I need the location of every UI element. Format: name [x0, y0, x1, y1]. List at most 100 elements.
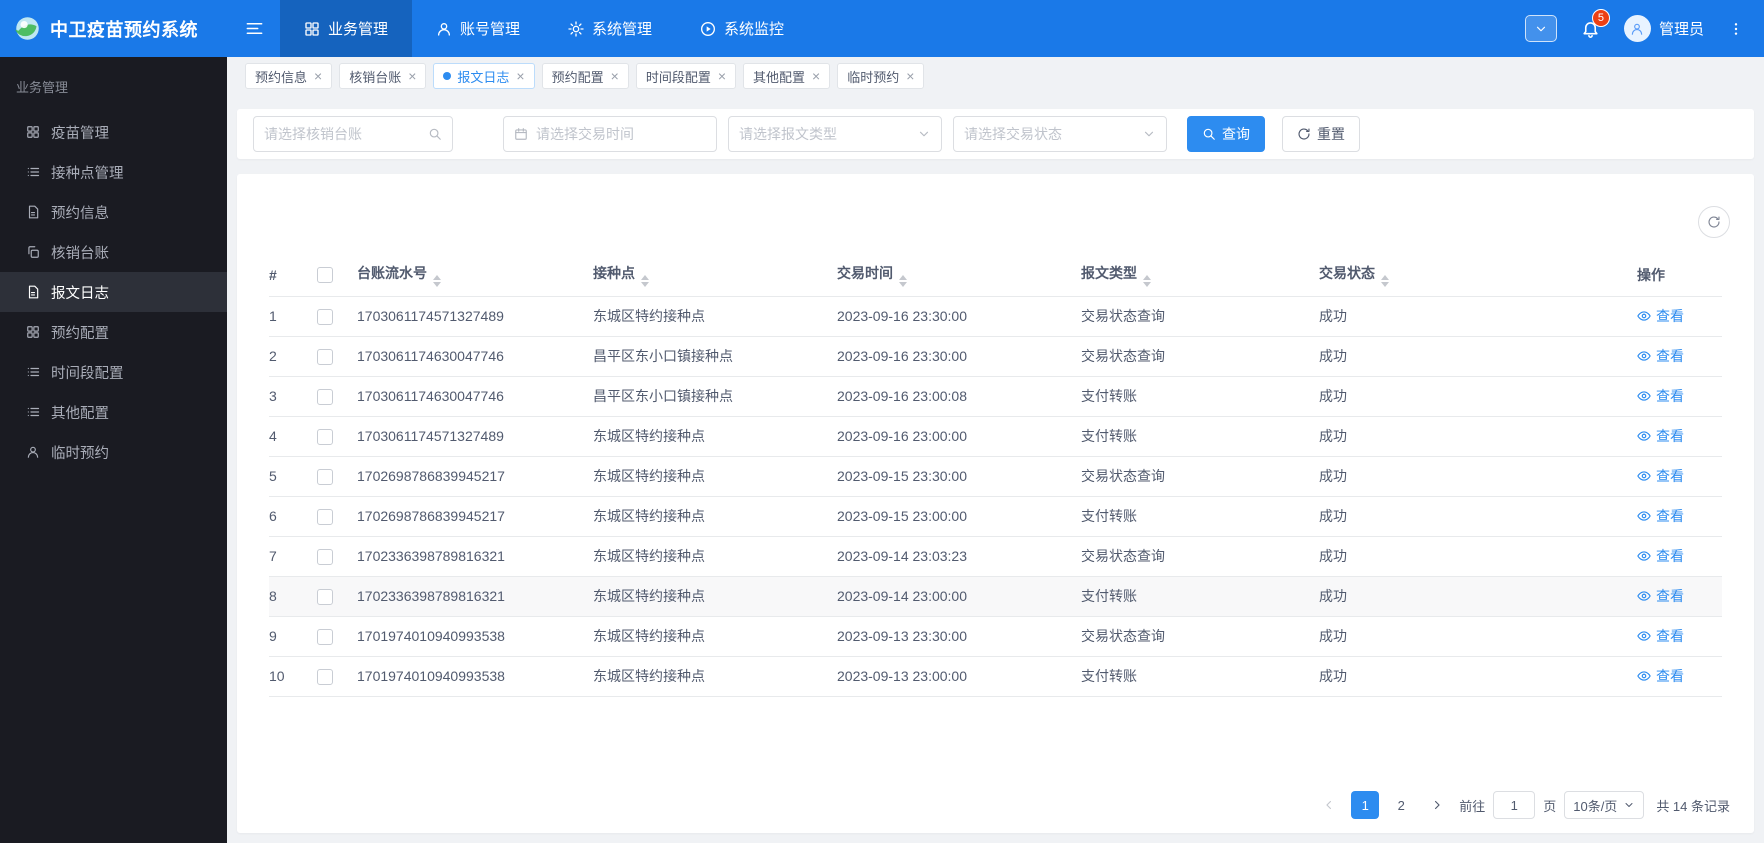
message-type-select[interactable]: 请选择报文类型	[728, 116, 942, 152]
logo-area: 中卫疫苗预约系统	[0, 0, 227, 57]
ledger-search-input[interactable]	[264, 126, 420, 142]
cell-site: 东城区特约接种点	[593, 656, 837, 697]
sidebar-item-label: 其他配置	[51, 405, 109, 422]
sort-icon[interactable]	[899, 274, 907, 287]
tab-label: 核销台账	[349, 69, 402, 85]
user-menu[interactable]: 管理员	[1623, 15, 1704, 42]
close-icon[interactable]: ×	[906, 69, 914, 83]
cell-site: 昌平区东小口镇接种点	[593, 376, 837, 417]
view-link[interactable]: 查看	[1637, 546, 1684, 566]
sort-icon[interactable]	[1381, 274, 1389, 287]
view-link[interactable]: 查看	[1637, 666, 1684, 686]
next-page-button[interactable]	[1423, 791, 1451, 819]
tab-appointment-config[interactable]: 预约配置 ×	[541, 63, 629, 89]
view-link[interactable]: 查看	[1637, 306, 1684, 326]
tab-timeslot-config[interactable]: 时间段配置 ×	[635, 63, 737, 89]
view-link[interactable]: 查看	[1637, 586, 1684, 606]
tab-ledger[interactable]: 核销台账 ×	[339, 63, 427, 89]
sidebar-item-site-management[interactable]: 接种点管理	[0, 152, 227, 192]
cell-status: 成功	[1319, 496, 1637, 537]
table-refresh-button[interactable]	[1698, 206, 1730, 238]
close-icon[interactable]: ×	[611, 69, 619, 83]
user-icon	[1630, 22, 1644, 36]
transaction-time-input[interactable]	[536, 126, 706, 142]
view-link[interactable]: 查看	[1637, 466, 1684, 486]
row-checkbox[interactable]	[317, 388, 333, 405]
row-checkbox[interactable]	[317, 668, 333, 685]
page-button-2[interactable]: 2	[1387, 791, 1415, 819]
col-site[interactable]: 接种点	[593, 254, 837, 297]
gear-icon	[568, 21, 584, 37]
top-navbar: 中卫疫苗预约系统 业务管理 账号管理 系统管理 系统监控 5 管理员	[0, 0, 1764, 57]
cell-type: 支付转账	[1081, 496, 1319, 537]
row-index: 6	[269, 496, 317, 537]
table-row: 3 1703061174630047746 昌平区东小口镇接种点 2023-09…	[269, 376, 1722, 417]
row-checkbox[interactable]	[317, 508, 333, 525]
navbar-dropdown-button[interactable]	[1524, 15, 1557, 42]
tab-message-log[interactable]: 报文日志 ×	[433, 63, 535, 89]
nav-item-system-management[interactable]: 系统管理	[544, 0, 676, 57]
close-icon[interactable]: ×	[408, 69, 416, 83]
col-serial[interactable]: 台账流水号	[357, 254, 593, 297]
close-icon[interactable]: ×	[812, 69, 820, 83]
row-checkbox[interactable]	[317, 348, 333, 365]
nav-item-label: 业务管理	[328, 21, 389, 38]
reset-button[interactable]: 重置	[1282, 116, 1360, 152]
nav-item-label: 账号管理	[460, 21, 521, 38]
row-checkbox[interactable]	[317, 428, 333, 445]
search-button[interactable]: 查询	[1187, 116, 1265, 152]
chevron-down-icon	[1623, 799, 1635, 811]
nav-item-account-management[interactable]: 账号管理	[412, 0, 544, 57]
sort-icon[interactable]	[433, 274, 441, 287]
view-link[interactable]: 查看	[1637, 346, 1684, 366]
col-type[interactable]: 报文类型	[1081, 254, 1319, 297]
close-icon[interactable]: ×	[314, 69, 322, 83]
sidebar-item-ledger[interactable]: 核销台账	[0, 232, 227, 272]
notifications-button[interactable]: 5	[1581, 9, 1610, 38]
sidebar-item-temp-appointment[interactable]: 临时预约	[0, 432, 227, 472]
ledger-search-field[interactable]	[253, 116, 453, 152]
sort-icon[interactable]	[641, 274, 649, 287]
cell-time: 2023-09-16 23:30:00	[837, 296, 1081, 337]
row-checkbox[interactable]	[317, 548, 333, 565]
sidebar-collapse-button[interactable]	[245, 0, 264, 57]
goto-page-input[interactable]	[1493, 791, 1536, 819]
tab-appointment-info[interactable]: 预约信息 ×	[245, 63, 333, 89]
sidebar-item-label: 接种点管理	[51, 165, 124, 182]
sidebar-item-label: 核销台账	[51, 245, 109, 262]
list-icon	[26, 365, 40, 379]
transaction-status-select[interactable]: 请选择交易状态	[953, 116, 1167, 152]
user-icon	[26, 445, 40, 459]
view-link[interactable]: 查看	[1637, 626, 1684, 646]
view-link[interactable]: 查看	[1637, 506, 1684, 526]
prev-page-button[interactable]	[1315, 791, 1343, 819]
eye-icon	[1637, 589, 1651, 603]
col-status[interactable]: 交易状态	[1319, 254, 1637, 297]
row-checkbox[interactable]	[317, 308, 333, 325]
nav-item-system-monitor[interactable]: 系统监控	[676, 0, 808, 57]
view-link[interactable]: 查看	[1637, 386, 1684, 406]
transaction-time-picker[interactable]	[503, 116, 717, 152]
sidebar-item-timeslot-config[interactable]: 时间段配置	[0, 352, 227, 392]
sidebar-item-message-log[interactable]: 报文日志	[0, 272, 227, 312]
table-row: 1 1703061174571327489 东城区特约接种点 2023-09-1…	[269, 296, 1722, 337]
sidebar-item-appointment-config[interactable]: 预约配置	[0, 312, 227, 352]
page-size-select[interactable]: 10条/页	[1564, 791, 1645, 819]
col-time[interactable]: 交易时间	[837, 254, 1081, 297]
select-all-checkbox[interactable]	[317, 267, 333, 284]
more-menu-button[interactable]	[1728, 21, 1744, 37]
row-checkbox[interactable]	[317, 628, 333, 645]
sort-icon[interactable]	[1143, 274, 1151, 287]
view-link[interactable]: 查看	[1637, 426, 1684, 446]
nav-item-business-management[interactable]: 业务管理	[280, 0, 413, 57]
page-button-1[interactable]: 1	[1351, 791, 1380, 819]
tab-other-config[interactable]: 其他配置 ×	[743, 63, 831, 89]
sidebar-item-other-config[interactable]: 其他配置	[0, 392, 227, 432]
row-checkbox[interactable]	[317, 468, 333, 485]
tab-temp-appointment[interactable]: 临时预约 ×	[837, 63, 925, 89]
close-icon[interactable]: ×	[718, 69, 726, 83]
close-icon[interactable]: ×	[516, 69, 524, 83]
sidebar-item-appointment-info[interactable]: 预约信息	[0, 192, 227, 232]
row-checkbox[interactable]	[317, 588, 333, 605]
sidebar-item-vaccine-management[interactable]: 疫苗管理	[0, 112, 227, 152]
